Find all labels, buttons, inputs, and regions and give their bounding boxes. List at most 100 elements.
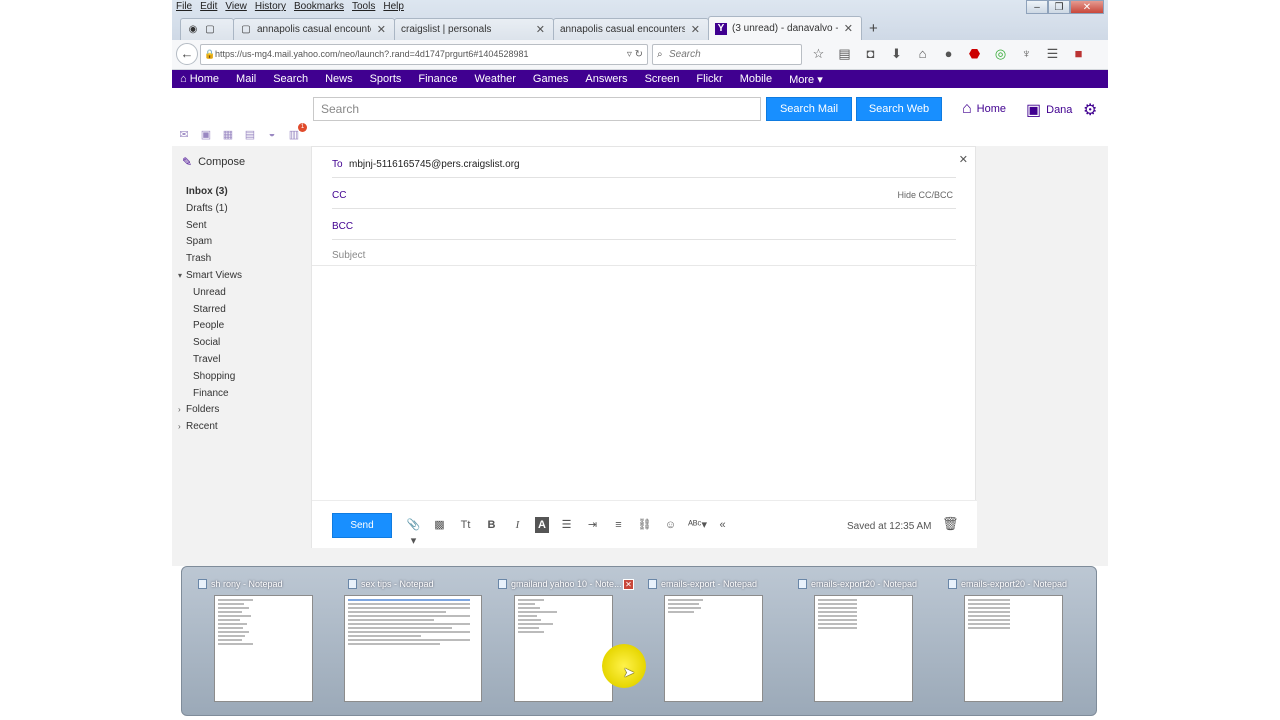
folder-shopping[interactable]: Shopping (172, 369, 311, 386)
window-close-button[interactable]: ✕ (1070, 0, 1104, 14)
notepad-icon[interactable]: ▤ (244, 128, 256, 141)
folder-recent[interactable]: › Recent (172, 419, 311, 436)
bookmarks-menu-icon[interactable]: ▤ (836, 45, 853, 63)
trash-icon[interactable]: 🗑 (942, 516, 959, 532)
home-link[interactable]: ⌂ Home (962, 100, 1006, 118)
ybar-search[interactable]: Search (273, 73, 308, 85)
ybar-news[interactable]: News (325, 73, 353, 85)
maximize-button[interactable]: ❐ (1048, 0, 1070, 14)
ybar-flickr[interactable]: Flickr (696, 73, 722, 85)
reload-icon[interactable]: ▿ ↻ (627, 45, 643, 64)
extension-icon[interactable]: ◎ (992, 45, 1009, 63)
indent-icon[interactable]: ⇥ (584, 517, 601, 533)
tab-yahoo-mail[interactable]: Y (3 unread) - danavalvo - Ya... ✕ (708, 16, 862, 40)
mail-icon[interactable]: ✉ (178, 128, 190, 141)
tab-pinned[interactable]: ◉ ▢ (180, 18, 234, 40)
pocket-icon[interactable]: ◘ (862, 45, 879, 63)
ybar-games[interactable]: Games (533, 73, 568, 85)
menu-file[interactable]: File (176, 1, 192, 14)
ybar-sports[interactable]: Sports (370, 73, 402, 85)
menu-bookmarks[interactable]: Bookmarks (294, 1, 344, 14)
addon-icon[interactable]: ■ (1070, 45, 1087, 63)
compose-button[interactable]: ✎ Compose (182, 155, 245, 169)
tab-close-icon[interactable]: ✕ (685, 23, 700, 36)
ybar-screen[interactable]: Screen (645, 73, 680, 85)
calendar-icon[interactable]: ▦ (222, 128, 234, 141)
folder-spam[interactable]: Spam (172, 234, 311, 251)
newsfeed-icon[interactable]: ▥ 1 (288, 123, 307, 141)
thumbnail-window[interactable]: sh rony - Notepad (194, 577, 344, 705)
tab-close-icon[interactable]: ✕ (371, 23, 386, 36)
chat-icon[interactable]: ● (940, 45, 957, 63)
bookmark-star-icon[interactable]: ☆ (810, 45, 827, 63)
bcc-field[interactable]: BCC (332, 209, 956, 240)
tab-craigslist[interactable]: craigslist | personals ✕ (394, 18, 554, 40)
menu-edit[interactable]: Edit (200, 1, 217, 14)
minimize-button[interactable]: – (1026, 0, 1048, 14)
collapse-toolbar-icon[interactable]: « (714, 517, 731, 533)
ybar-mobile[interactable]: Mobile (740, 73, 772, 85)
align-icon[interactable]: ≡ (610, 517, 627, 533)
folder-smart-views[interactable]: ▾ Smart Views (172, 268, 311, 285)
cc-field[interactable]: CC Hide CC/BCC (332, 178, 956, 209)
new-tab-button[interactable]: + (861, 18, 886, 40)
search-mail-button[interactable]: Search Mail (766, 97, 852, 121)
send-button[interactable]: Send (332, 513, 392, 538)
menu-view[interactable]: View (225, 1, 247, 14)
ybar-mail[interactable]: Mail (236, 73, 256, 85)
thumbnail-window[interactable]: emails-export - Notepad (644, 577, 794, 705)
profile-link[interactable]: ▣ Dana (1026, 100, 1072, 120)
messenger-icon[interactable]: ◒ (266, 128, 278, 141)
tab-annapolis-2[interactable]: annapolis casual encounters "... ✕ (553, 18, 709, 40)
hide-cc-bcc-link[interactable]: Hide CC/BCC (897, 190, 953, 200)
browser-search-input[interactable]: ⌕ Search (652, 44, 802, 65)
bullet-list-icon[interactable]: ☰ (558, 517, 575, 533)
thumbnail-window[interactable]: emails-export20 - Notepad (794, 577, 944, 705)
spellcheck-icon[interactable]: ᴬᴮᶜ▾ (688, 517, 707, 533)
close-compose-icon[interactable]: ✕ (959, 153, 968, 166)
text-color-icon[interactable]: A (535, 517, 549, 533)
folder-trash[interactable]: Trash (172, 251, 311, 268)
message-body[interactable] (312, 266, 977, 500)
contacts-icon[interactable]: ▣ (200, 128, 212, 141)
folder-finance[interactable]: Finance (172, 386, 311, 403)
folder-people[interactable]: People (172, 318, 311, 335)
folder-sent[interactable]: Sent (172, 218, 311, 235)
home-icon[interactable]: ⌂ (914, 45, 931, 63)
thumbnail-window[interactable]: emails-export20 - Notepad (944, 577, 1094, 705)
ybar-finance[interactable]: Finance (418, 73, 457, 85)
italic-icon[interactable]: I (509, 517, 526, 533)
menu-help[interactable]: Help (383, 1, 404, 14)
menu-tools[interactable]: Tools (352, 1, 375, 14)
bold-icon[interactable]: B (483, 517, 500, 533)
thumbnail-close-icon[interactable]: ✕ (623, 579, 634, 590)
stationery-icon[interactable]: ▩ (431, 517, 448, 533)
ybar-weather[interactable]: Weather (475, 73, 516, 85)
download-icon[interactable]: ⬇ (888, 45, 905, 63)
emoji-icon[interactable]: ☺ (662, 517, 679, 533)
menu-hamburger-icon[interactable]: ☰ (1044, 45, 1061, 63)
tab-close-icon[interactable]: ✕ (838, 22, 853, 35)
tab-annapolis-1[interactable]: ▢ annapolis casual encounters "... ✕ (233, 18, 395, 40)
to-field[interactable]: To mbjnj-5116165745@pers.craigslist.org (332, 147, 956, 178)
folder-folders[interactable]: › Folders (172, 402, 311, 419)
back-button[interactable]: ← (176, 43, 198, 65)
ybar-answers[interactable]: Answers (585, 73, 627, 85)
link-icon[interactable]: ⛓ (636, 517, 653, 533)
tab-close-icon[interactable]: ✕ (530, 23, 545, 36)
ybar-more[interactable]: More ▾ (789, 73, 823, 86)
to-recipient[interactable]: mbjnj-5116165745@pers.craigslist.org (349, 159, 520, 170)
folder-unread[interactable]: Unread (172, 285, 311, 302)
mail-search-input[interactable]: Search (313, 97, 761, 121)
attach-icon[interactable]: 📎▾ (405, 517, 422, 547)
folder-inbox[interactable]: Inbox (3) (172, 184, 311, 201)
menu-history[interactable]: History (255, 1, 286, 14)
cocktail-icon[interactable]: ♆ (1018, 45, 1035, 63)
font-size-icon[interactable]: Tt (457, 517, 474, 533)
folder-drafts[interactable]: Drafts (1) (172, 201, 311, 218)
folder-starred[interactable]: Starred (172, 302, 311, 319)
address-bar[interactable]: 🔒 https://us-mg4.mail.yahoo.com/neo/laun… (200, 44, 648, 65)
folder-travel[interactable]: Travel (172, 352, 311, 369)
adblock-icon[interactable]: ⬣ (966, 45, 983, 63)
folder-social[interactable]: Social (172, 335, 311, 352)
